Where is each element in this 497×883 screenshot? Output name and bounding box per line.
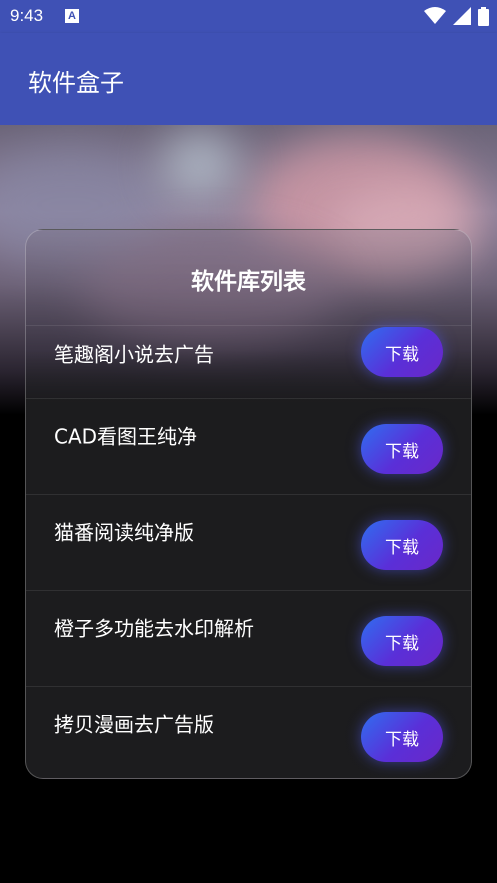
wifi-icon xyxy=(423,7,446,24)
list-item: 笔趣阁小说去广告 下载 xyxy=(26,325,471,398)
download-button[interactable]: 下载 xyxy=(361,616,443,666)
item-label: 猫番阅读纯净版 xyxy=(54,520,194,545)
app-screen: 9:43 A 软件盒子 软件库列表 笔趣阁小说去广告 下载 CAD看图王纯净 下… xyxy=(0,0,497,883)
list-item: CAD看图王纯净 下载 xyxy=(26,398,471,494)
download-button[interactable]: 下载 xyxy=(361,327,443,377)
item-label: 拷贝漫画去广告版 xyxy=(54,712,214,737)
card-title: 软件库列表 xyxy=(191,269,306,295)
status-icons xyxy=(422,7,489,27)
list-item: 橙子多功能去水印解析 下载 xyxy=(26,590,471,686)
battery-icon xyxy=(478,7,489,26)
status-time: 9:43 xyxy=(10,6,44,25)
software-list: 笔趣阁小说去广告 下载 CAD看图王纯净 下载 猫番阅读纯净版 下载 橙子多功能… xyxy=(26,325,471,778)
notification-icon: A xyxy=(65,9,79,23)
item-label: 橙子多功能去水印解析 xyxy=(54,616,254,641)
download-button[interactable]: 下载 xyxy=(361,712,443,762)
download-button[interactable]: 下载 xyxy=(361,424,443,474)
signal-icon xyxy=(452,7,471,25)
list-item: 拷贝漫画去广告版 下载 xyxy=(26,686,471,778)
download-button[interactable]: 下载 xyxy=(361,520,443,570)
app-bar: 软件盒子 xyxy=(0,33,497,125)
software-list-card: 软件库列表 笔趣阁小说去广告 下载 CAD看图王纯净 下载 猫番阅读纯净版 下载… xyxy=(25,229,472,779)
app-title: 软件盒子 xyxy=(28,69,124,97)
status-bar: 9:43 A xyxy=(0,0,497,33)
item-label: 笔趣阁小说去广告 xyxy=(54,342,214,367)
list-item: 猫番阅读纯净版 下载 xyxy=(26,494,471,590)
item-label: CAD看图王纯净 xyxy=(54,424,198,449)
